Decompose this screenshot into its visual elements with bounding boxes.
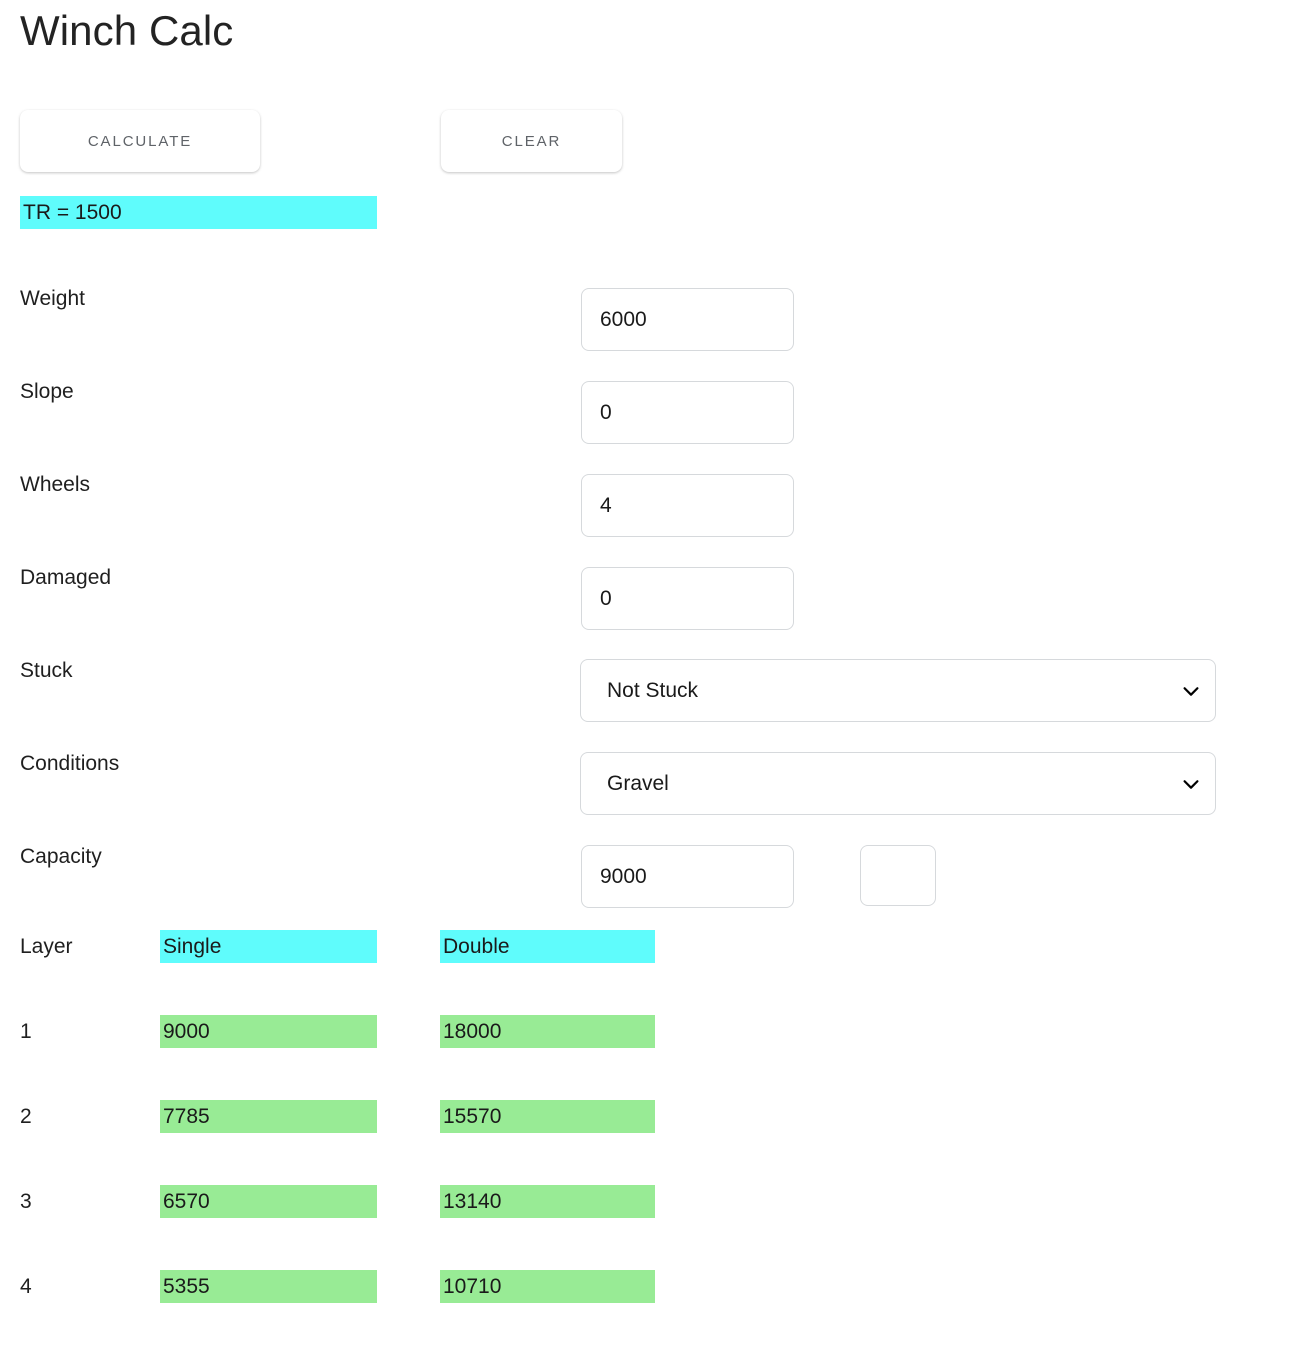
label-capacity: Capacity — [20, 845, 102, 868]
double-value: 18000 — [440, 1015, 655, 1048]
table-row: 2 7785 15570 — [0, 1100, 1296, 1185]
header-double: Double — [440, 930, 655, 963]
weight-input[interactable] — [581, 288, 794, 351]
double-value: 15570 — [440, 1100, 655, 1133]
stuck-select-wrapper[interactable]: Not StuckStuckBadly StuckVery Badly Stuc… — [580, 659, 1216, 722]
table-row: 3 6570 13140 — [0, 1185, 1296, 1270]
double-value: 13140 — [440, 1185, 655, 1218]
damaged-input[interactable] — [581, 567, 794, 630]
conditions-select[interactable]: GravelHard PackedGrassSandMudSwamp — [580, 752, 1216, 815]
layer-table: Layer Single Double 1 9000 18000 2 7785 … — [0, 930, 1296, 1355]
calculate-button[interactable]: CALCULATE — [20, 110, 260, 172]
clear-button[interactable]: CLEAR — [441, 110, 622, 172]
page-title: Winch Calc — [20, 7, 234, 54]
layer-number: 2 — [20, 1105, 32, 1128]
label-damaged: Damaged — [20, 566, 112, 589]
label-stuck: Stuck — [20, 659, 73, 682]
label-weight: Weight — [20, 287, 85, 310]
capacity-extra-input[interactable] — [860, 845, 936, 906]
single-value: 6570 — [160, 1185, 377, 1218]
table-row: 4 5355 10710 — [0, 1270, 1296, 1355]
capacity-input[interactable] — [581, 845, 794, 908]
layer-table-header-row: Layer Single Double — [0, 930, 1296, 1015]
single-value: 7785 — [160, 1100, 377, 1133]
single-value: 9000 — [160, 1015, 377, 1048]
layer-number: 4 — [20, 1275, 32, 1298]
layer-number: 1 — [20, 1020, 32, 1043]
header-single: Single — [160, 930, 377, 963]
single-value: 5355 — [160, 1270, 377, 1303]
table-row: 1 9000 18000 — [0, 1015, 1296, 1100]
layer-number: 3 — [20, 1190, 32, 1213]
tr-result-banner: TR = 1500 — [20, 196, 377, 229]
stuck-select[interactable]: Not StuckStuckBadly StuckVery Badly Stuc… — [580, 659, 1216, 722]
layer-column-header: Layer — [20, 935, 73, 958]
label-conditions: Conditions — [20, 752, 120, 775]
slope-input[interactable] — [581, 381, 794, 444]
label-slope: Slope — [20, 380, 74, 403]
label-wheels: Wheels — [20, 473, 91, 496]
conditions-select-wrapper[interactable]: GravelHard PackedGrassSandMudSwamp — [580, 752, 1216, 815]
double-value: 10710 — [440, 1270, 655, 1303]
wheels-input[interactable] — [581, 474, 794, 537]
